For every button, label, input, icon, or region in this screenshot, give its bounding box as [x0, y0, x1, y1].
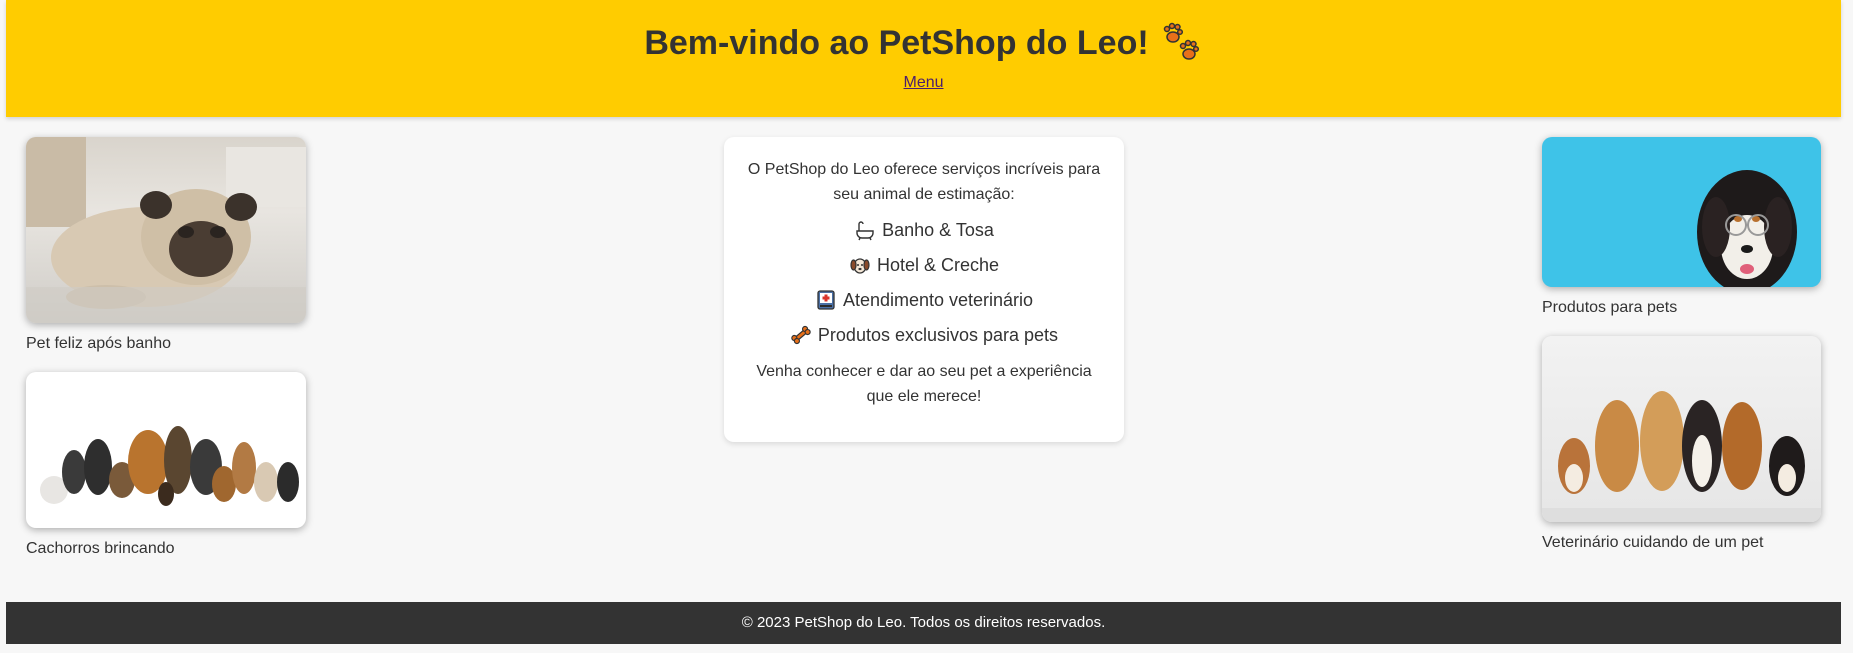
service-label: Atendimento veterinário	[842, 289, 1034, 310]
service-label: Banho & Tosa	[882, 219, 994, 240]
service-item: Hotel & Creche	[746, 254, 1102, 276]
dog-glasses-photo	[1542, 137, 1821, 287]
services-closing: Venha conhecer e dar ao seu pet a experi…	[756, 363, 1092, 405]
service-item: Produtos exclusivos para pets	[746, 324, 1102, 346]
pug-photo	[26, 137, 306, 323]
menu-link[interactable]: Menu	[903, 74, 943, 92]
dogs-group-photo	[26, 372, 306, 528]
bathtub-icon	[856, 221, 874, 241]
gallery-item-dog-glasses: Produtos para pets	[1542, 137, 1821, 317]
services-box: O PetShop do Leo oferece serviços incrív…	[724, 137, 1124, 442]
puppies-photo	[1542, 336, 1821, 522]
gallery-item-pug: Pet feliz após banho	[26, 137, 306, 353]
service-item: Atendimento veterinário	[746, 289, 1102, 311]
footer-copyright: © 2023 PetShop do Leo. Todos os direitos…	[741, 614, 1106, 631]
caption-veterinario-cuidando: Veterinário cuidando de um pet	[1542, 534, 1764, 551]
medical-kit-icon	[817, 290, 835, 310]
site-header: Bem-vindo ao PetShop do Leo! Menu	[6, 0, 1841, 117]
caption-produtos-para-pets: Produtos para pets	[1542, 299, 1678, 316]
service-item: Banho & Tosa	[746, 219, 1102, 241]
services-intro: O PetShop do Leo oferece serviços incrív…	[747, 161, 1101, 203]
service-label: Produtos exclusivos para pets	[817, 324, 1059, 345]
dog-face-icon	[850, 258, 870, 274]
site-footer: © 2023 PetShop do Leo. Todos os direitos…	[6, 602, 1841, 644]
bone-icon	[791, 325, 811, 345]
gallery-item-dogs-group: Cachorros brincando	[26, 372, 306, 558]
caption-pet-banho: Pet feliz após banho	[26, 335, 171, 352]
caption-cachorros-brincando: Cachorros brincando	[26, 540, 175, 557]
service-label: Hotel & Creche	[876, 254, 1000, 275]
page-title-text: Bem-vindo ao PetShop do Leo!	[644, 23, 1149, 62]
page-title: Bem-vindo ao PetShop do Leo!	[6, 0, 1841, 64]
gallery-item-puppies: Veterinário cuidando de um pet	[1542, 336, 1821, 552]
paw-prints-icon	[1163, 22, 1199, 60]
